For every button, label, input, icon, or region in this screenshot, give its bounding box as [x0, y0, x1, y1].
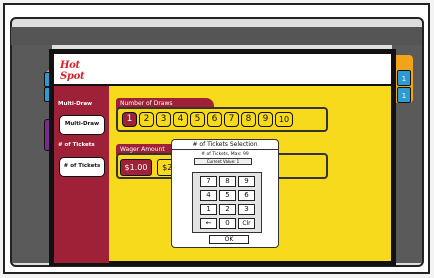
keypad-key[interactable]: 5 — [219, 190, 236, 201]
draw-options: 1 2 3 4 5 6 7 8 9 10 — [119, 112, 329, 128]
right-blue-tab-1[interactable]: 1 — [397, 70, 411, 86]
draw-option[interactable]: 1 — [122, 112, 137, 127]
dialog-subtitle: # of Tickets, Max: 99 — [201, 152, 249, 157]
keypad-key[interactable]: 9 — [238, 176, 255, 187]
backspace-key[interactable]: ← — [200, 218, 217, 229]
dialog-title: # of Tickets Selection — [192, 141, 258, 148]
draw-option[interactable]: 10 — [275, 112, 293, 127]
draw-option[interactable]: 2 — [139, 112, 154, 127]
right-blue-tab-2[interactable]: 1 — [397, 87, 411, 103]
keypad-key[interactable]: 6 — [238, 190, 255, 201]
keypad-key[interactable]: 8 — [219, 176, 236, 187]
wager-option[interactable]: $1.00 — [120, 159, 152, 176]
keypad-key[interactable]: 0 — [219, 218, 236, 229]
keypad-key[interactable]: 3 — [238, 204, 255, 215]
current-value-field: Current Value: 1 — [194, 158, 252, 165]
draw-option[interactable]: 5 — [190, 112, 205, 127]
ok-button[interactable]: OK — [209, 235, 249, 244]
clear-key[interactable]: Clr — [238, 218, 255, 229]
keypad-key[interactable]: 1 — [200, 204, 217, 215]
draw-option[interactable]: 7 — [224, 112, 239, 127]
keypad-key[interactable]: 2 — [219, 204, 236, 215]
multidraw-label: Multi-Draw — [58, 101, 93, 107]
terminal-topbar — [11, 27, 422, 45]
keypad-key[interactable]: 7 — [200, 176, 217, 187]
draw-option[interactable]: 8 — [241, 112, 256, 127]
draw-option[interactable]: 6 — [207, 112, 222, 127]
hot-spot-logo: Hot Spot — [60, 60, 85, 82]
draw-option[interactable]: 3 — [156, 112, 171, 127]
dialog-divider — [172, 149, 278, 150]
draw-option[interactable]: 4 — [173, 112, 188, 127]
tickets-label: # of Tickets — [58, 142, 95, 148]
tickets-button[interactable]: # of Tickets — [59, 157, 105, 177]
keypad-key[interactable]: 4 — [200, 190, 217, 201]
draw-option[interactable]: 9 — [258, 112, 273, 127]
keypad: 7 8 9 4 5 6 1 2 3 ← 0 Clr — [192, 172, 262, 233]
multidraw-button[interactable]: Multi-Draw — [59, 115, 105, 135]
